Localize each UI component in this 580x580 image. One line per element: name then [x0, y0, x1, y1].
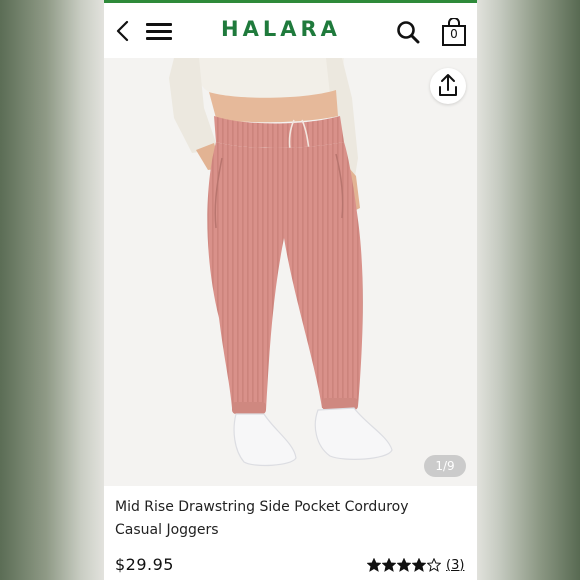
star-filled-icon: [367, 558, 381, 572]
share-button[interactable]: [430, 68, 466, 104]
product-image-carousel[interactable]: 1/9: [104, 58, 477, 486]
review-count-link[interactable]: (3): [446, 558, 464, 573]
star-filled-icon: [382, 558, 396, 572]
product-price: $29.95: [115, 555, 174, 574]
search-icon[interactable]: [396, 20, 420, 44]
rating-stars: [367, 558, 442, 572]
menu-icon[interactable]: [146, 22, 172, 42]
top-navigation-bar: HALARA 0: [104, 0, 477, 58]
product-rating[interactable]: (3): [367, 556, 464, 574]
image-counter-badge: 1/9: [424, 455, 466, 477]
star-empty-icon: [427, 558, 441, 572]
cart-count-badge: 0: [450, 27, 458, 41]
back-icon[interactable]: [114, 20, 132, 42]
star-filled-icon: [397, 558, 411, 572]
brand-logo[interactable]: HALARA: [221, 17, 341, 41]
product-title: Mid Rise Drawstring Side Pocket Corduroy…: [115, 499, 409, 538]
shopping-bag-button[interactable]: 0: [441, 18, 467, 46]
star-filled-icon: [412, 558, 426, 572]
phone-screen: HALARA 0 1/9 Mid Rise Drawstring Side Po…: [104, 0, 477, 580]
product-photo: [164, 58, 393, 467]
share-icon: [439, 74, 457, 96]
